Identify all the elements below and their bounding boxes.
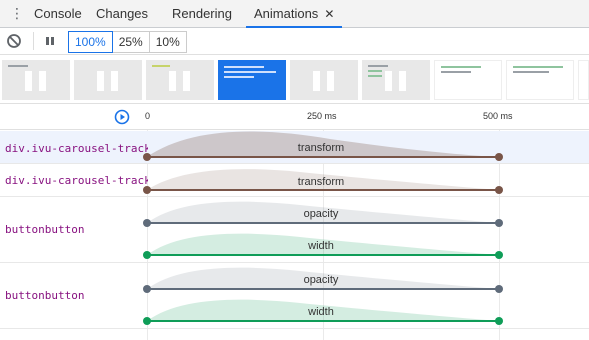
tab-label: Console <box>34 6 82 21</box>
animation-group-thumbnail[interactable] <box>290 60 358 100</box>
animation-group-thumbnail[interactable] <box>2 60 70 100</box>
tab-animations[interactable]: Animations ✕ <box>246 0 343 28</box>
animation-group-thumbnail[interactable] <box>434 60 502 100</box>
animation-property-label: opacity <box>303 208 339 220</box>
keyframe-start-handle <box>143 153 151 161</box>
tab-label: Changes <box>96 6 149 21</box>
tab-changes[interactable]: Changes <box>96 0 148 27</box>
animation-property-label: opacity <box>303 274 339 286</box>
clear-all-icon[interactable] <box>6 33 22 49</box>
animation-group-thumbnail[interactable] <box>578 60 589 100</box>
animation-track <box>143 131 503 161</box>
timeline-tick-500: 500 ms <box>483 111 513 121</box>
timeline-header: 0 250 ms 500 ms <box>0 104 589 130</box>
animation-group-thumbnail[interactable] <box>74 60 142 100</box>
animation-property-label: width <box>308 306 334 318</box>
animation-groups-preview <box>0 56 589 104</box>
animations-toolbar: 100% 25% 10% <box>0 28 589 55</box>
animation-group-thumbnail[interactable] <box>362 60 430 100</box>
animation-property-label: transform <box>297 142 345 154</box>
rate-10-button[interactable]: 10% <box>148 31 187 53</box>
tab-label: Rendering <box>172 6 232 21</box>
tab-console[interactable]: Console <box>34 0 82 27</box>
animation-track <box>143 267 503 325</box>
animation-property-label: transform <box>297 176 345 188</box>
animation-property-label: width <box>308 240 334 252</box>
more-tabs-icon[interactable]: ⋮ <box>8 4 26 24</box>
playback-rate-group: 100% 25% 10% <box>68 31 187 53</box>
timeline-tick-0: 0 <box>145 111 151 121</box>
animation-group-thumbnail[interactable] <box>146 60 214 100</box>
animation-group-thumbnail[interactable] <box>506 60 574 100</box>
rate-100-button[interactable]: 100% <box>68 31 113 53</box>
animation-row[interactable]: buttonbutton opacity width <box>0 263 589 329</box>
tab-rendering[interactable]: Rendering <box>172 0 232 27</box>
drawer-tab-bar: ⋮ Console Changes Rendering Animations ✕ <box>0 0 589 28</box>
animation-row[interactable]: buttonbutton opacity width <box>0 197 589 263</box>
animation-track <box>143 201 503 259</box>
tab-label: Animations <box>254 6 319 21</box>
rate-25-button[interactable]: 25% <box>111 31 150 53</box>
replay-icon[interactable] <box>114 109 130 125</box>
timeline-tick-250: 250 ms <box>307 111 337 121</box>
keyframe-end-handle <box>495 153 503 161</box>
pause-icon[interactable] <box>42 33 58 49</box>
animation-row[interactable]: div.ivu-carousel-track transform <box>0 164 589 197</box>
close-tab-icon[interactable]: ✕ <box>324 7 334 21</box>
animation-track <box>143 169 503 194</box>
toolbar-divider <box>33 32 34 50</box>
animation-group-thumbnail-selected[interactable] <box>218 60 286 100</box>
animation-row[interactable]: div.ivu-carousel-track transform <box>0 131 589 164</box>
